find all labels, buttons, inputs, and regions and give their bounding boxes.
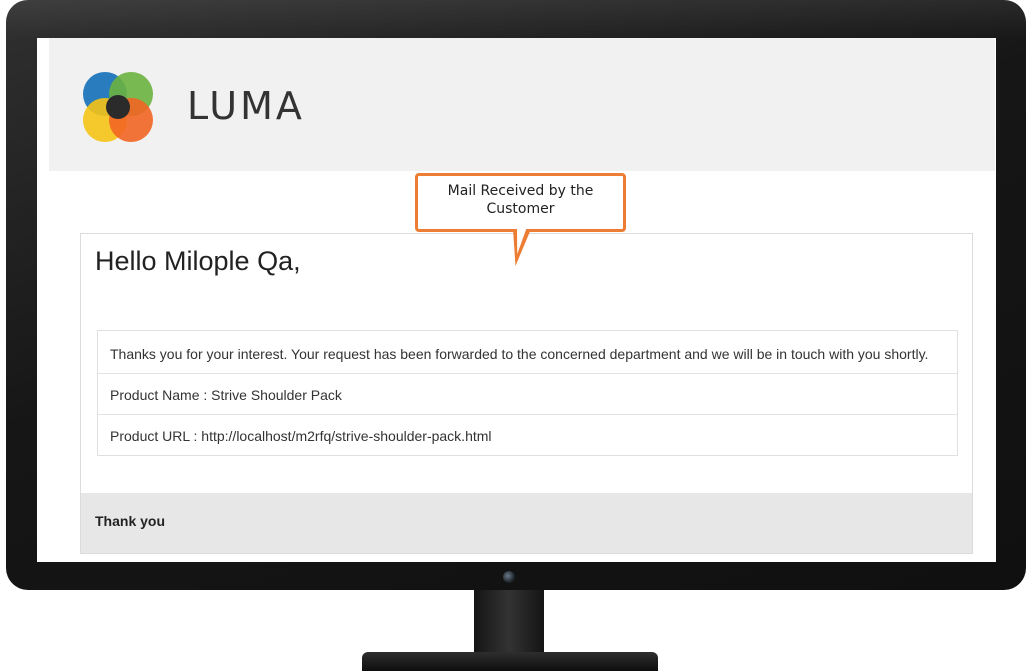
email-details-table: Thanks you for your interest. Your reque… (97, 330, 958, 456)
email-greeting: Hello Milople Qa, (95, 246, 301, 276)
callout-line-1: Mail Received by the (447, 183, 594, 199)
callout-line-2: Customer (486, 201, 555, 217)
email-message-row: Thanks you for your interest. Your reque… (110, 346, 929, 362)
luma-logo-icon (83, 72, 153, 142)
annotation-callout: Mail Received by the Customer (415, 173, 626, 232)
monitor-stand-neck (474, 590, 544, 654)
monitor-screen: LUMA Hello Milople Qa, Thanks you for yo… (37, 38, 996, 562)
monitor-stand-base (362, 652, 658, 671)
brand-name[interactable]: LUMA (187, 84, 305, 128)
callout-text: Mail Received by the Customer (418, 182, 623, 218)
email-header: LUMA (49, 38, 995, 171)
product-url-row: Product URL : http://localhost/m2rfq/str… (98, 414, 957, 455)
email-footer: Thank you (81, 493, 972, 553)
product-name-row: Product Name : Strive Shoulder Pack (98, 373, 957, 414)
email-body-card: Hello Milople Qa, Thanks you for your in… (80, 233, 973, 554)
webcam-icon (503, 571, 515, 583)
email-signoff: Thank you (95, 513, 166, 529)
